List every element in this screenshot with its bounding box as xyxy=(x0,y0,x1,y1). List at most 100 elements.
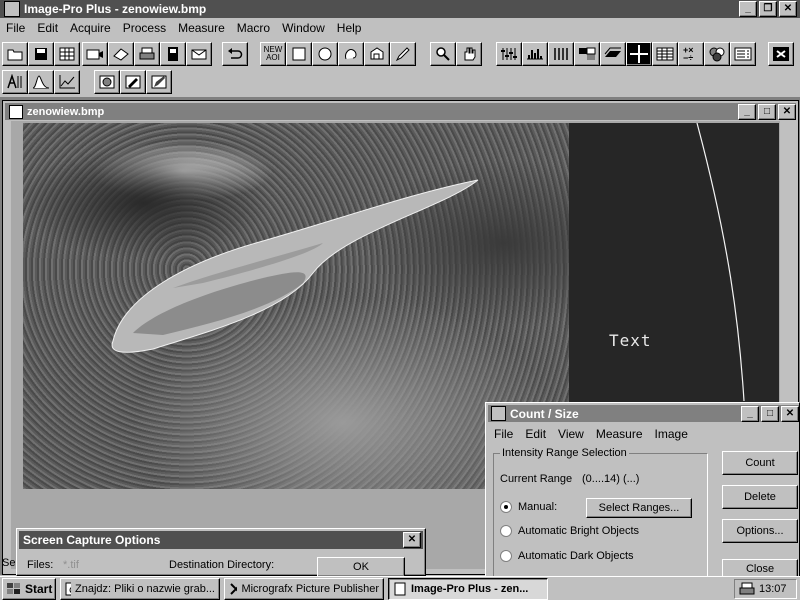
grid-icon[interactable] xyxy=(54,42,80,66)
count-size-close-button[interactable]: ✕ xyxy=(781,405,799,422)
chart-icon[interactable] xyxy=(54,70,80,94)
levels-icon[interactable] xyxy=(496,42,522,66)
clock: 13:07 xyxy=(759,583,787,595)
windows-logo-icon xyxy=(7,583,20,594)
status-text: Se xyxy=(2,557,16,569)
image-window-icon xyxy=(9,104,23,119)
open-icon[interactable] xyxy=(2,42,28,66)
freehand-icon[interactable] xyxy=(338,42,364,66)
close-button[interactable]: ✕ xyxy=(779,1,797,17)
menu-acquire[interactable]: Acquire xyxy=(64,21,117,35)
count-size-minimize-button[interactable]: _ xyxy=(741,405,759,422)
task-picture-publisher[interactable]: Micrografx Picture Publisher xyxy=(224,578,384,600)
intensity-range-group-title: Intensity Range Selection xyxy=(500,447,629,459)
pencil-icon[interactable] xyxy=(390,42,416,66)
task-find-files-label: Znajdz: Pliki o nazwie grab... xyxy=(74,583,215,595)
minimize-button[interactable]: _ xyxy=(739,1,757,17)
mail-icon[interactable] xyxy=(186,42,212,66)
equalize-icon[interactable] xyxy=(548,42,574,66)
line-profile-icon[interactable] xyxy=(28,70,54,94)
cs-menu-file[interactable]: File xyxy=(488,427,519,441)
app-icon xyxy=(4,1,20,17)
color-circles-icon[interactable] xyxy=(704,42,730,66)
count-button[interactable]: Count xyxy=(722,451,798,475)
count-size-menu-bar: File Edit View Measure Image xyxy=(488,425,798,443)
annotate-icon[interactable] xyxy=(120,70,146,94)
screen-capture-title-bar: Screen Capture Options ✕ xyxy=(19,531,423,549)
toolbar-row-1: NEW AOI +× −÷ xyxy=(0,40,800,68)
rectangle-icon[interactable] xyxy=(286,42,312,66)
undo-icon[interactable] xyxy=(222,42,248,66)
menu-edit[interactable]: Edit xyxy=(31,21,64,35)
save-icon[interactable] xyxy=(28,42,54,66)
menu-macro[interactable]: Macro xyxy=(231,21,276,35)
menu-file[interactable]: File xyxy=(0,21,31,35)
cs-menu-edit[interactable]: Edit xyxy=(519,427,552,441)
app-title-bar: Image-Pro Plus - zenowiew.bmp _ ❐ ✕ xyxy=(0,0,800,18)
cs-menu-image[interactable]: Image xyxy=(649,427,694,441)
svg-text:−÷: −÷ xyxy=(683,53,693,62)
document-icon-small xyxy=(394,582,406,596)
auto-dark-radio-indicator[interactable] xyxy=(500,550,512,562)
new-aoi-button[interactable]: NEW AOI xyxy=(260,42,286,66)
camera-icon[interactable] xyxy=(82,42,108,66)
task-find-files[interactable]: Znajdz: Pliki o nazwie grab... xyxy=(60,578,220,600)
image-maximize-button[interactable]: □ xyxy=(758,103,776,120)
manual-radio-indicator[interactable] xyxy=(500,501,512,513)
menu-measure[interactable]: Measure xyxy=(172,21,231,35)
overlay-icon[interactable] xyxy=(94,70,120,94)
files-value[interactable]: *.tif xyxy=(63,559,79,571)
destination-directory-label: Destination Directory: xyxy=(169,559,275,571)
start-label: Start xyxy=(25,582,53,596)
cs-menu-view[interactable]: View xyxy=(552,427,590,441)
magnifier-icon[interactable] xyxy=(430,42,456,66)
eraser-icon[interactable] xyxy=(108,42,134,66)
task-image-pro-plus[interactable]: Image-Pro Plus - zen... xyxy=(388,578,548,600)
edit-image-icon[interactable] xyxy=(146,70,172,94)
calculator-icon[interactable]: +× −÷ xyxy=(678,42,704,66)
count-size-icon xyxy=(491,406,506,421)
select-ranges-button[interactable]: Select Ranges... xyxy=(586,498,692,518)
list-icon[interactable] xyxy=(730,42,756,66)
search-doc-icon xyxy=(65,582,71,596)
histogram-icon[interactable] xyxy=(522,42,548,66)
ok-button[interactable]: OK xyxy=(317,557,405,577)
document-icon[interactable] xyxy=(160,42,186,66)
image-window-title: zenowiew.bmp xyxy=(27,105,105,118)
printer-tray-icon[interactable] xyxy=(739,582,755,596)
image-window-title-bar: zenowiew.bmp _ □ ✕ xyxy=(5,103,796,120)
start-button[interactable]: Start xyxy=(2,578,56,600)
options-button[interactable]: Options... xyxy=(722,519,798,543)
plugin-icon[interactable] xyxy=(768,42,794,66)
print-icon[interactable] xyxy=(134,42,160,66)
tools-icon xyxy=(230,583,238,595)
menu-window[interactable]: Window xyxy=(276,21,331,35)
count-size-title-bar: Count / Size _ □ ✕ xyxy=(488,405,799,422)
delete-button[interactable]: Delete xyxy=(722,485,798,509)
screen-capture-dialog: Screen Capture Options ✕ Files: *.tif De… xyxy=(16,528,426,577)
layers-icon[interactable] xyxy=(600,42,626,66)
hand-icon[interactable] xyxy=(456,42,482,66)
auto-dark-radio[interactable]: Automatic Dark Objects xyxy=(500,550,634,562)
menu-process[interactable]: Process xyxy=(117,21,172,35)
auto-bright-radio[interactable]: Automatic Bright Objects xyxy=(500,525,639,537)
menu-help[interactable]: Help xyxy=(331,21,368,35)
current-range-label: Current Range xyxy=(500,473,573,485)
polygon-icon[interactable] xyxy=(364,42,390,66)
auto-bright-radio-label: Automatic Bright Objects xyxy=(518,525,640,537)
restore-button[interactable]: ❐ xyxy=(759,1,777,17)
crosshair-icon[interactable] xyxy=(626,42,652,66)
screen-capture-title: Screen Capture Options xyxy=(23,533,161,547)
calibration-icon[interactable] xyxy=(2,70,28,94)
manual-radio[interactable]: Manual: xyxy=(500,501,557,513)
auto-dark-radio-label: Automatic Dark Objects xyxy=(518,550,634,562)
ellipse-icon[interactable] xyxy=(312,42,338,66)
screen-capture-close-button[interactable]: ✕ xyxy=(403,532,421,548)
auto-bright-radio-indicator[interactable] xyxy=(500,525,512,537)
table-icon[interactable] xyxy=(652,42,678,66)
image-close-button[interactable]: ✕ xyxy=(778,103,796,120)
count-size-maximize-button[interactable]: □ xyxy=(761,405,779,422)
palette-icon[interactable] xyxy=(574,42,600,66)
cs-menu-measure[interactable]: Measure xyxy=(590,427,649,441)
image-minimize-button[interactable]: _ xyxy=(738,103,756,120)
